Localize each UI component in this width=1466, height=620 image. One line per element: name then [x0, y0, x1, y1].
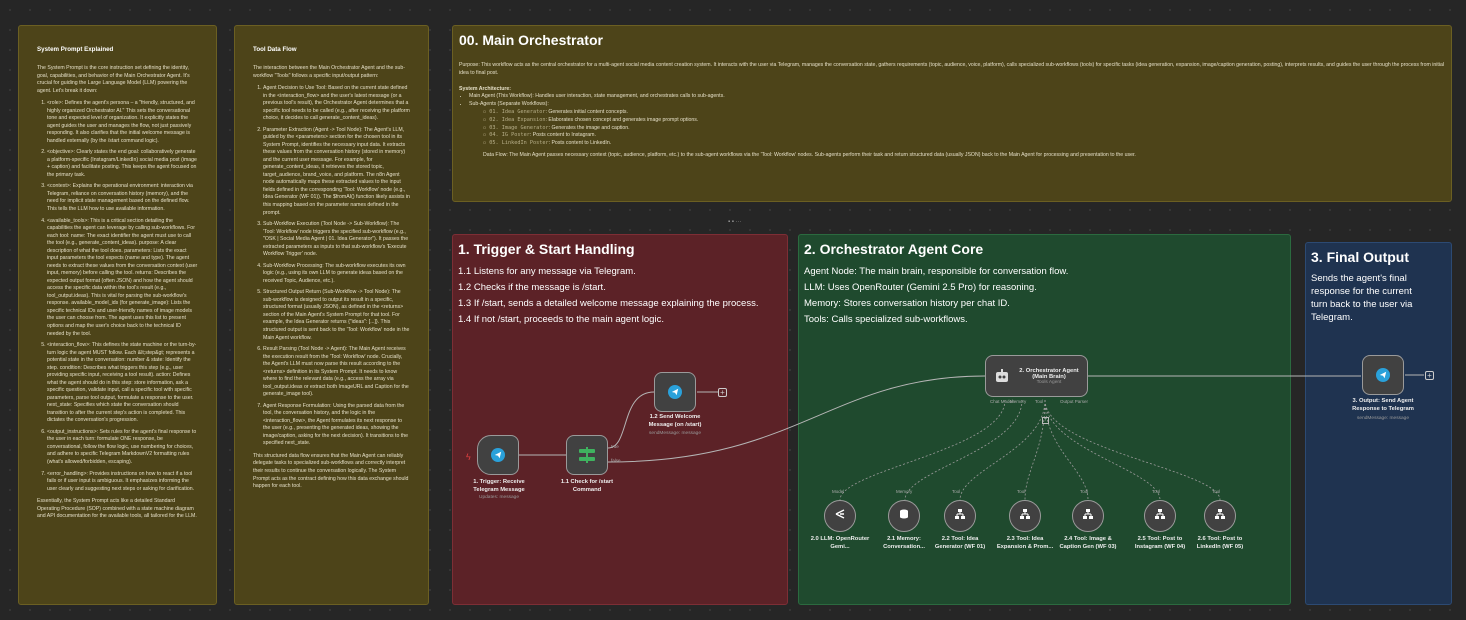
sub-node-label: 2.3 Tool: Idea Expansion & Prom... [996, 536, 1054, 550]
add-node-button[interactable]: + [718, 388, 727, 397]
sub-node-label: 2.4 Tool: Image & Caption Gen (WF 03) [1059, 536, 1117, 550]
workflow-icon [1019, 507, 1031, 525]
sub-node[interactable] [824, 500, 856, 532]
sub-node[interactable] [1204, 500, 1236, 532]
workflow-icon [1154, 507, 1166, 525]
robot-icon [996, 369, 1008, 382]
wire-model [839, 399, 1006, 501]
node-label: 2. Orchestrator Agent (Main Brain) [1019, 367, 1079, 380]
node-label: 1. Trigger: Receive Telegram Message [473, 479, 525, 493]
check-start-node[interactable] [566, 435, 608, 475]
wire-tool-1 [959, 399, 1046, 501]
send-welcome-node[interactable] [654, 372, 696, 412]
sub-node-port-label: Tool [1152, 489, 1161, 494]
wire-tool-2 [1024, 399, 1046, 501]
orchestrator-agent-node[interactable]: 2. Orchestrator Agent (Main Brain) Tools… [985, 355, 1088, 397]
false-port-label: false [611, 458, 621, 463]
tool-add-marker[interactable]: + [1042, 417, 1049, 424]
agent-port-label: Output Parser [1060, 399, 1089, 404]
wire-tool-4 [1044, 399, 1161, 501]
node-subtitle: sendMessage: message [1357, 416, 1409, 421]
sub-node-label: 2.5 Tool: Post to Instagram (WF 04) [1134, 536, 1186, 550]
sub-node[interactable] [944, 500, 976, 532]
node-subtitle: Tools Agent [1036, 379, 1062, 385]
true-port-label: true [611, 444, 619, 449]
telegram-icon [491, 448, 505, 462]
switch-icon [579, 447, 595, 463]
node-subtitle: sendMessage: message [649, 431, 701, 436]
workflow-icon [954, 507, 966, 525]
sub-node-port-label: Tool [1017, 489, 1026, 494]
sub-node[interactable] [1144, 500, 1176, 532]
sub-node-port-label: Model [832, 489, 845, 494]
wire-memory [904, 399, 1023, 501]
sub-node-label: 2.1 Memory: Conversation... [883, 536, 925, 550]
wire-tool-3 [1044, 399, 1089, 501]
sub-node[interactable] [888, 500, 920, 532]
agent-port-label: Tool [1035, 399, 1044, 404]
agent-port-label: Memory [1010, 399, 1027, 404]
sub-node-port-label: Tool [1080, 489, 1089, 494]
node-label: 1.2 Send Welcome Message (on /start) [648, 414, 702, 428]
sub-node-port-label: Tool [1212, 489, 1221, 494]
sub-node[interactable] [1072, 500, 1104, 532]
sub-node-port-label: Memory [896, 489, 913, 494]
workflow-icon [1082, 507, 1094, 525]
telegram-icon [1376, 368, 1390, 382]
database-icon [898, 507, 910, 525]
node-subtitle: Updates: message [479, 495, 519, 500]
connection-wires [519, 374, 1424, 501]
wire-tool-5 [1044, 399, 1221, 501]
sub-node[interactable] [1009, 500, 1041, 532]
bolt-icon: ϟ [466, 452, 471, 462]
sub-node-port-label: Tool [952, 489, 961, 494]
workflow-icon [1214, 507, 1226, 525]
sub-node-label: 2.2 Tool: Idea Generator (WF 01) [934, 536, 986, 550]
node-label: 3. Output: Send Agent Response to Telegr… [1352, 398, 1414, 412]
telegram-icon [668, 385, 682, 399]
send-output-node[interactable] [1362, 355, 1404, 395]
sub-node-label: 2.6 Tool: Post to LinkedIn (WF 05) [1196, 536, 1244, 550]
add-node-button[interactable]: + [1425, 371, 1434, 380]
openrouter-icon [834, 507, 846, 525]
telegram-trigger-node[interactable] [477, 435, 519, 475]
node-label: 1.1 Check for /start Command [560, 479, 614, 493]
sub-node-label: 2.0 LLM: OpenRouter Gemi... [810, 536, 870, 550]
